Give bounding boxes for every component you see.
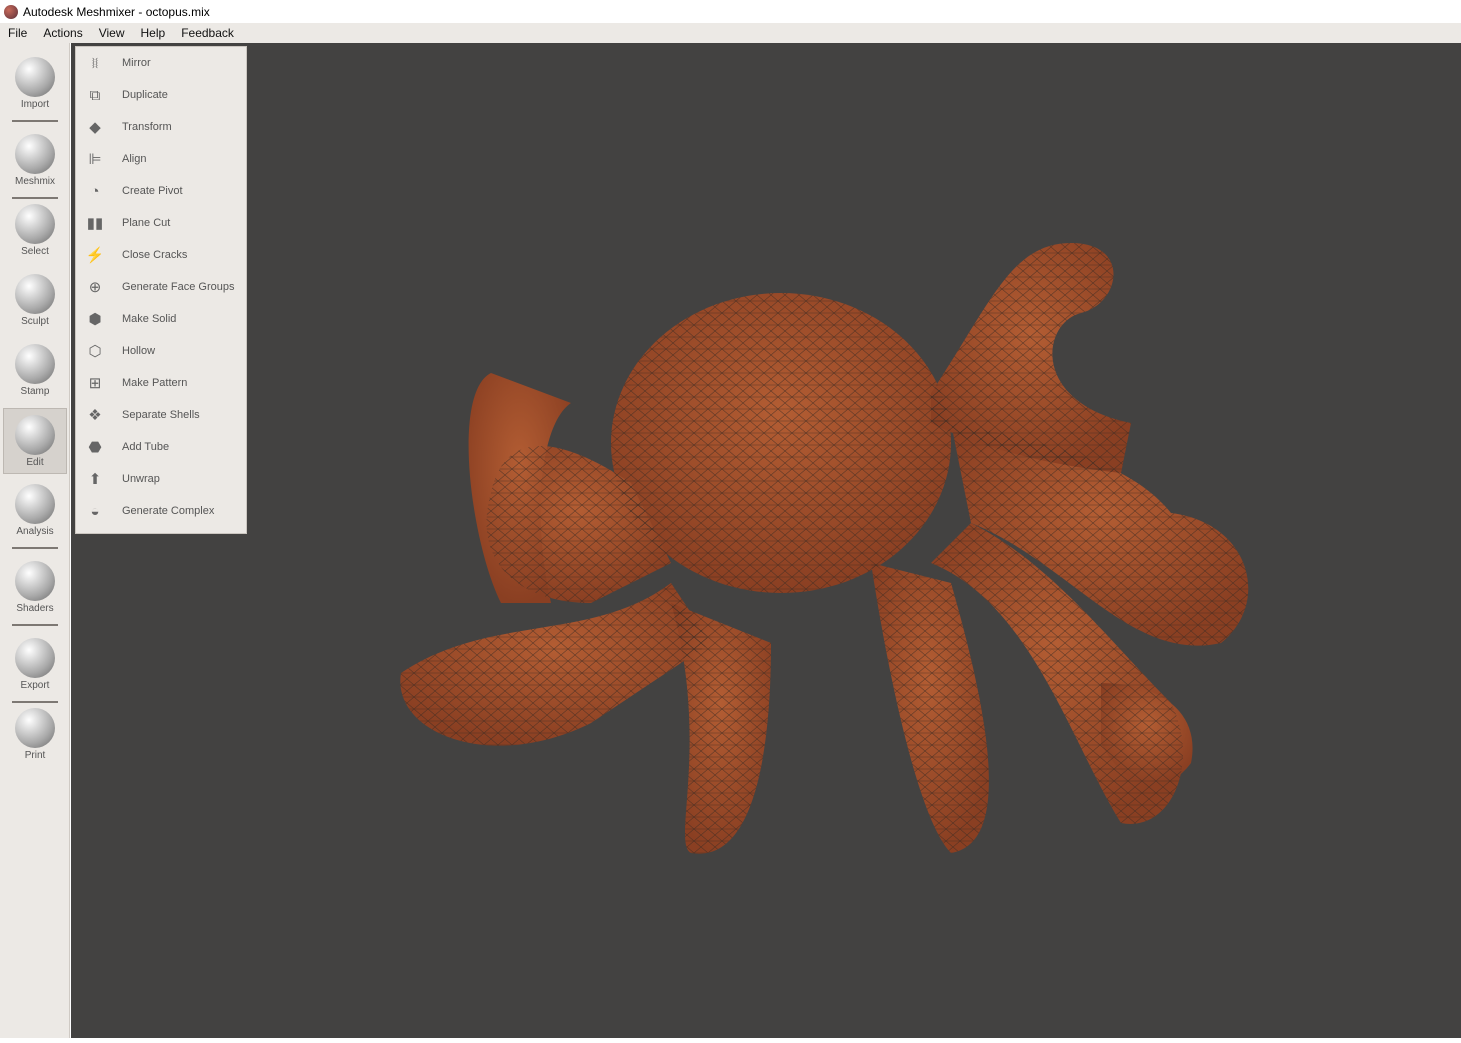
divider xyxy=(12,624,58,626)
menu-item-close-cracks[interactable]: ⚡ Close Cracks xyxy=(76,239,246,271)
menu-item-duplicate[interactable]: ⧉ Duplicate xyxy=(76,79,246,111)
tool-export[interactable]: Export xyxy=(3,632,67,698)
divider xyxy=(12,547,58,549)
tool-sidebar: Import Meshmix Select Sculpt Stamp Edit Analys… xyxy=(0,43,70,1038)
menu-item-label: Align xyxy=(122,153,147,165)
menu-item-generate-face-groups[interactable]: ⊕ Generate Face Groups xyxy=(76,271,246,303)
hollow-icon: ⬡ xyxy=(88,343,102,360)
menu-item-unwrap[interactable]: ⬆ Unwrap xyxy=(76,463,246,495)
menu-item-label: Add Tube xyxy=(122,441,170,453)
make-solid-icon: ⬢ xyxy=(88,311,102,328)
tool-import[interactable]: Import xyxy=(3,51,67,117)
tool-stamp[interactable]: Stamp xyxy=(3,338,67,404)
menu-item-create-pivot[interactable]: ◔ Create Pivot xyxy=(76,175,246,207)
shaders-icon xyxy=(15,561,55,601)
menu-item-hollow[interactable]: ⬡ Hollow xyxy=(76,335,246,367)
menu-item-label: Generate Face Groups xyxy=(122,281,235,293)
generate-complex-icon: ◒ xyxy=(90,502,100,520)
divider xyxy=(12,120,58,122)
sculpt-brush-icon xyxy=(15,274,55,314)
menu-view[interactable]: View xyxy=(91,26,133,40)
tool-select[interactable]: Select xyxy=(3,198,67,264)
select-arrow-icon xyxy=(15,204,55,244)
unwrap-icon: ⬆ xyxy=(88,471,102,488)
tool-label: Edit xyxy=(26,457,44,468)
tool-analysis[interactable]: Analysis xyxy=(3,478,67,544)
menu-item-align[interactable]: ⊫ Align xyxy=(76,143,246,175)
menu-bar: File Actions View Help Feedback xyxy=(0,23,1461,43)
menu-item-make-pattern[interactable]: ⊞ Make Pattern xyxy=(76,367,246,399)
plus-icon xyxy=(15,57,55,97)
menu-actions[interactable]: Actions xyxy=(35,26,90,40)
tool-sculpt[interactable]: Sculpt xyxy=(3,268,67,334)
menu-item-label: Close Cracks xyxy=(122,249,188,261)
octopus-model xyxy=(400,243,1249,854)
menu-item-label: Generate Complex xyxy=(122,505,215,517)
tool-label: Import xyxy=(20,99,50,110)
menu-item-plane-cut[interactable]: ▮▮ Plane Cut xyxy=(76,207,246,239)
tool-label: Shaders xyxy=(16,603,54,614)
menu-item-label: Create Pivot xyxy=(122,185,183,197)
menu-item-make-solid[interactable]: ⬢ Make Solid xyxy=(76,303,246,335)
meshmixer-logo-icon xyxy=(4,4,18,19)
duplicate-icon: ⧉ xyxy=(89,86,101,104)
align-icon: ⊫ xyxy=(88,151,102,168)
menu-item-transform[interactable]: ◆ Transform xyxy=(76,111,246,143)
tool-label: Meshmix xyxy=(14,176,55,187)
tool-label: Export xyxy=(20,680,50,691)
menu-item-label: Separate Shells xyxy=(122,409,200,421)
print-icon xyxy=(15,708,55,748)
tool-label: Print xyxy=(24,750,46,761)
menu-item-label: Plane Cut xyxy=(122,217,171,229)
tool-label: Select xyxy=(21,246,49,257)
tool-meshmix[interactable]: Meshmix xyxy=(3,128,67,194)
edit-icon xyxy=(15,415,55,455)
menu-item-add-tube[interactable]: ⬣ Add Tube xyxy=(76,431,246,463)
tool-label: Sculpt xyxy=(21,316,49,327)
close-cracks-icon: ⚡ xyxy=(85,247,105,264)
separate-shells-icon: ❖ xyxy=(88,407,102,424)
pivot-icon: ◔ xyxy=(90,182,100,200)
tool-label: Stamp xyxy=(20,386,50,397)
tool-edit[interactable]: Edit xyxy=(3,408,67,474)
menu-item-generate-complex[interactable]: ◒ Generate Complex xyxy=(76,495,246,527)
stamp-icon xyxy=(15,344,55,384)
menu-item-mirror[interactable]: ⧘⧙ Mirror xyxy=(76,47,246,79)
make-pattern-icon: ⊞ xyxy=(88,375,102,392)
menu-item-label: Make Solid xyxy=(122,313,177,325)
edit-menu-panel: ⧘⧙ Mirror ⧉ Duplicate ◆ Transform ⊫ Align ◔ Creat… xyxy=(75,46,247,534)
tool-print[interactable]: Print xyxy=(3,702,67,768)
menu-help[interactable]: Help xyxy=(133,26,174,40)
tool-label: Analysis xyxy=(16,526,54,537)
menu-item-label: Mirror xyxy=(122,57,151,69)
mirror-icon: ⧘⧙ xyxy=(91,54,99,72)
meshmix-sphere-icon xyxy=(15,134,55,174)
menu-feedback[interactable]: Feedback xyxy=(173,26,242,40)
add-tube-icon: ⬣ xyxy=(88,439,102,456)
menu-file[interactable]: File xyxy=(0,26,35,40)
menu-item-label: Hollow xyxy=(122,345,156,357)
title-bar: Autodesk Meshmixer - octopus.mix xyxy=(0,0,1461,23)
menu-item-label: Transform xyxy=(122,121,172,133)
plane-cut-icon: ▮▮ xyxy=(86,215,104,232)
transform-icon: ◆ xyxy=(89,119,101,136)
analysis-icon xyxy=(15,484,55,524)
menu-item-separate-shells[interactable]: ❖ Separate Shells xyxy=(76,399,246,431)
menu-item-label: Make Pattern xyxy=(122,377,188,389)
export-icon xyxy=(15,638,55,678)
menu-item-label: Duplicate xyxy=(122,89,168,101)
menu-item-label: Unwrap xyxy=(122,473,160,485)
window-title: Autodesk Meshmixer - octopus.mix xyxy=(23,4,210,19)
3d-viewport[interactable] xyxy=(71,43,1461,1038)
tool-shaders[interactable]: Shaders xyxy=(3,555,67,621)
face-groups-icon: ⊕ xyxy=(88,279,102,296)
